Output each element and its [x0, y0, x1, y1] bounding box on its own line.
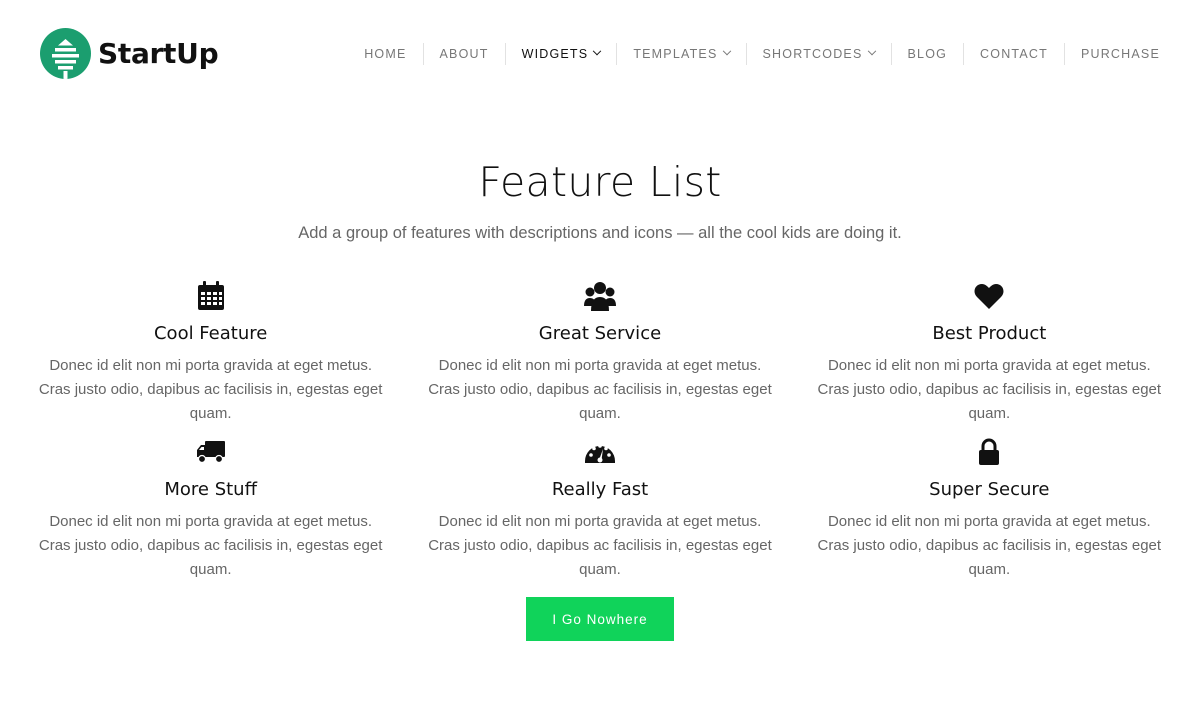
feature-title: More Stuff — [164, 479, 257, 500]
feature-title: Cool Feature — [153, 323, 268, 344]
feature-item: Great Service Donec id elit non mi porta… — [405, 278, 794, 434]
nav-item-about[interactable]: About — [422, 43, 505, 65]
feature-item: Super Secure Donec id elit non mi porta … — [795, 434, 1184, 590]
nav-label: Purchase — [1080, 47, 1160, 61]
nav-label: Shortcodes — [762, 47, 863, 61]
chevron-down-icon — [722, 46, 731, 56]
feature-item: Cool Feature Donec id elit non mi porta … — [16, 278, 405, 434]
nav-label: About — [439, 47, 489, 61]
nav-item-widgets[interactable]: Widgets — [504, 43, 617, 65]
feature-title: Really Fast — [551, 479, 649, 500]
nav-label: Templates — [633, 47, 718, 61]
nav-item-contact[interactable]: Contact — [963, 43, 1064, 65]
nav-label: Blog — [907, 47, 948, 61]
users-icon — [405, 278, 794, 314]
nav-item-blog[interactable]: Blog — [890, 43, 964, 65]
nav-item-home[interactable]: Home — [364, 43, 422, 65]
feature-description: Donec id elit non mi porta gravida at eg… — [428, 513, 772, 578]
feature-item: Best Product Donec id elit non mi porta … — [795, 278, 1184, 434]
chevron-down-icon — [867, 46, 876, 56]
calendar-icon — [16, 278, 405, 314]
nav-item-shortcodes[interactable]: Shortcodes — [745, 43, 891, 65]
nav-label: Widgets — [521, 47, 589, 61]
nav-item-templates[interactable]: Templates — [616, 43, 745, 65]
feature-description: Donec id elit non mi porta gravida at eg… — [38, 513, 383, 578]
heart-icon — [795, 278, 1184, 314]
nav-item-purchase[interactable]: Purchase — [1063, 43, 1160, 65]
go-nowhere-button[interactable]: I Go Nowhere — [526, 597, 674, 641]
main-nav: Home About Widgets Templates Shortcodes … — [364, 43, 1160, 65]
feature-title: Best Product — [932, 323, 1047, 344]
feature-description: Donec id elit non mi porta gravida at eg… — [817, 513, 1162, 578]
lock-icon — [795, 434, 1184, 470]
truck-icon — [16, 434, 405, 470]
dashboard-icon — [405, 434, 794, 470]
feature-title: Super Secure — [929, 479, 1050, 500]
nav-label: Contact — [980, 47, 1048, 61]
feature-description: Donec id elit non mi porta gravida at eg… — [38, 357, 383, 422]
site-header: StartUp Home About Widgets Templates Sho… — [0, 0, 1200, 108]
feature-item: More Stuff Donec id elit non mi porta gr… — [16, 434, 405, 590]
logo-link[interactable]: StartUp — [40, 28, 219, 79]
chevron-down-icon — [593, 46, 602, 56]
feature-description: Donec id elit non mi porta gravida at eg… — [817, 357, 1162, 422]
logo-icon — [40, 28, 91, 79]
page-title: Feature List — [478, 158, 722, 206]
feature-item: Really Fast Donec id elit non mi porta g… — [405, 434, 794, 590]
feature-description: Donec id elit non mi porta gravida at eg… — [428, 357, 772, 422]
feature-grid: Cool Feature Donec id elit non mi porta … — [16, 278, 1184, 590]
nav-label: Home — [364, 47, 407, 61]
page-subtitle: Add a group of features with description… — [298, 224, 902, 242]
logo-text: StartUp — [98, 37, 219, 70]
feature-title: Great Service — [538, 323, 662, 344]
